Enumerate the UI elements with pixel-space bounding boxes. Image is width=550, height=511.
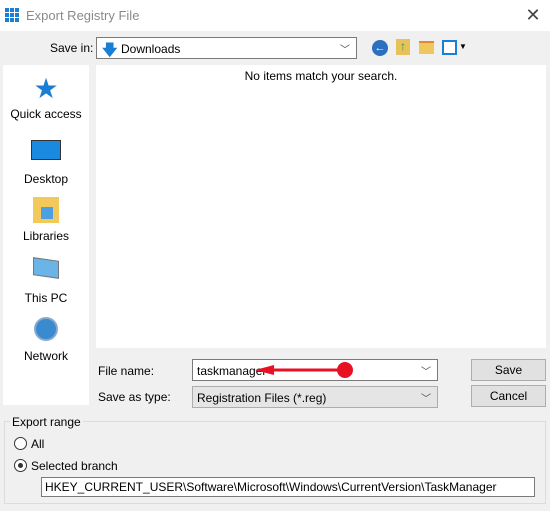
chevron-down-icon: ﹀ [421,367,431,378]
star-icon: ★ [33,73,59,104]
chevron-down-icon: ﹀ [421,394,431,405]
export-range-label: Export range [10,415,83,429]
branch-path-input[interactable]: HKEY_CURRENT_USER\Software\Microsoft\Win… [41,477,535,497]
sidebar-item-this-pc[interactable]: This PC [3,257,89,305]
save-type-label: Save as type: [98,390,171,404]
radio-selected-branch-label[interactable]: Selected branch [31,459,118,473]
view-menu-icon[interactable]: ▼ [442,40,467,56]
new-folder-icon[interactable] [419,41,434,54]
save-in-dropdown[interactable]: 🡇 Downloads ﹀ [96,37,357,59]
sidebar-item-libraries[interactable]: Libraries [3,197,89,243]
red-arrow-annotation [255,362,353,378]
network-icon [30,317,62,345]
libraries-icon [30,197,62,225]
radio-all[interactable] [14,437,27,450]
save-in-label: Save in: [50,41,94,55]
radio-selected-branch[interactable] [14,459,27,472]
desktop-icon [30,140,62,168]
download-arrow-icon: 🡇 [102,42,118,59]
window-title: Export Registry File [26,8,140,23]
save-button[interactable]: Save [471,359,546,381]
sidebar-item-label: Libraries [22,229,70,243]
sidebar-item-network[interactable]: Network [3,317,89,363]
places-sidebar: ★ Quick access Desktop Libraries This PC… [3,65,89,405]
up-folder-icon[interactable]: ↑ [396,39,410,55]
sidebar-item-quick-access[interactable]: ★ Quick access [3,73,89,122]
registry-app-icon [5,8,19,22]
sidebar-item-label: Desktop [23,172,69,186]
sidebar-item-label: This PC [24,291,68,305]
back-icon[interactable]: ← [372,40,388,56]
computer-icon [30,257,62,287]
cancel-button[interactable]: Cancel [471,385,546,407]
save-type-value: Registration Files (*.reg) [197,391,327,405]
file-name-label: File name: [98,364,155,378]
sidebar-item-label: Quick access [10,107,82,121]
sidebar-item-label: Network [23,349,68,363]
save-type-dropdown[interactable]: Registration Files (*.reg) ﹀ [192,386,438,408]
title-bar: Export Registry File ✕ [0,0,550,31]
empty-message: No items match your search. [244,69,398,83]
sidebar-item-desktop[interactable]: Desktop [3,137,89,186]
chevron-down-icon: ﹀ [340,45,350,56]
file-list[interactable]: No items match your search. [96,65,546,348]
close-icon[interactable]: ✕ [520,4,546,26]
save-in-value: Downloads [121,42,181,56]
radio-all-label[interactable]: All [31,437,44,451]
